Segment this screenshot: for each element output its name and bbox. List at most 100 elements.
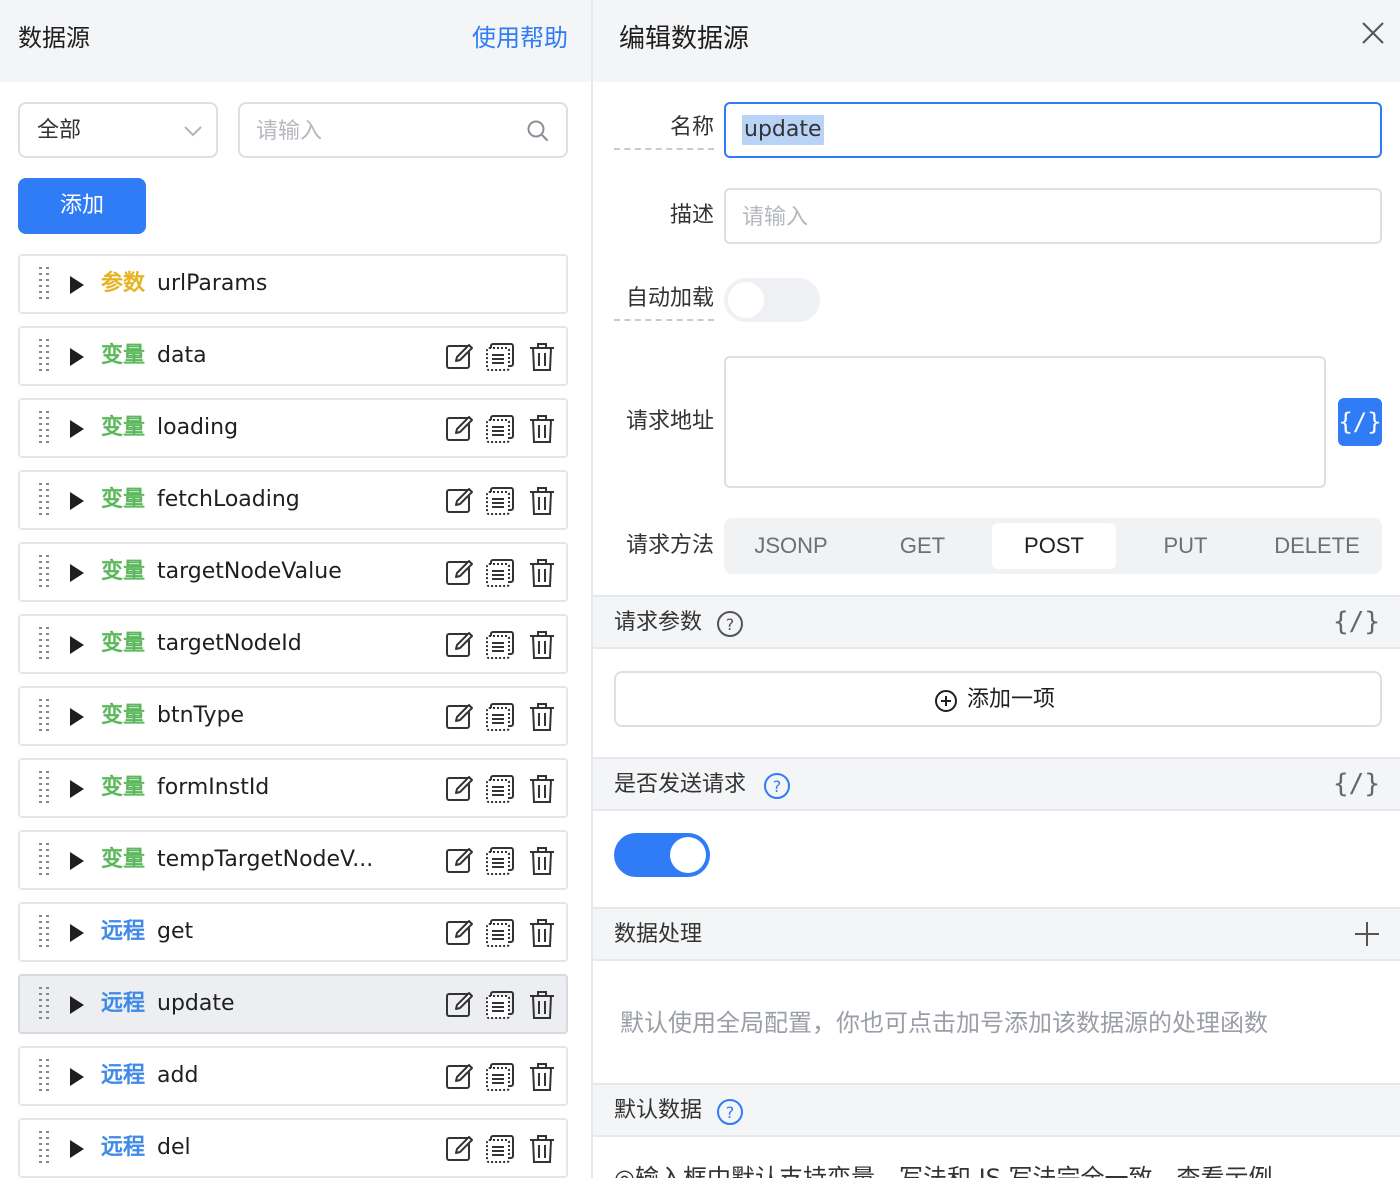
edit-icon[interactable] [445,1062,475,1092]
expand-caret-icon[interactable] [70,1068,84,1086]
datasource-item[interactable]: 变量 formInstId [18,758,568,818]
datasource-item[interactable]: 远程 get [18,902,568,962]
edit-icon[interactable] [445,702,475,732]
method-option[interactable]: GET [861,523,985,569]
expand-caret-icon[interactable] [70,1140,84,1158]
help-circle-icon[interactable]: ? [716,1098,744,1126]
expand-caret-icon[interactable] [70,852,84,870]
edit-icon[interactable] [445,558,475,588]
edit-icon[interactable] [445,846,475,876]
datasource-item[interactable]: 变量 btnType [18,686,568,746]
method-option[interactable]: JSONP [729,523,853,569]
datasource-item[interactable]: 变量 targetNodeId [18,614,568,674]
copy-icon[interactable] [485,558,515,588]
delete-icon[interactable] [527,1062,557,1092]
expand-caret-icon[interactable] [70,348,84,366]
url-textarea[interactable] [724,356,1326,488]
edit-icon[interactable] [445,1134,475,1164]
datasource-item[interactable]: 远程 add [18,1046,568,1106]
help-link[interactable]: 使用帮助 [472,20,568,56]
delete-icon[interactable] [527,486,557,516]
drag-handle-icon[interactable] [38,915,50,949]
expand-caret-icon[interactable] [70,492,84,510]
copy-icon[interactable] [485,918,515,948]
search-input[interactable] [256,114,516,148]
copy-icon[interactable] [485,630,515,660]
edit-icon[interactable] [445,414,475,444]
expand-caret-icon[interactable] [70,996,84,1014]
drag-handle-icon[interactable] [38,483,50,517]
drag-handle-icon[interactable] [38,1131,50,1165]
datasource-item[interactable]: 变量 fetchLoading [18,470,568,530]
delete-icon[interactable] [527,774,557,804]
drag-handle-icon[interactable] [38,339,50,373]
datasource-item[interactable]: 变量 loading [18,398,568,458]
name-field[interactable]: update [724,102,1382,158]
delete-icon[interactable] [527,630,557,660]
method-option[interactable]: POST [992,523,1116,569]
delete-icon[interactable] [527,990,557,1020]
method-option[interactable]: DELETE [1255,523,1379,569]
delete-icon[interactable] [527,918,557,948]
expand-caret-icon[interactable] [70,924,84,942]
expand-caret-icon[interactable] [70,636,84,654]
delete-icon[interactable] [527,414,557,444]
edit-icon[interactable] [445,630,475,660]
help-circle-icon[interactable]: ? [716,610,744,638]
expand-caret-icon[interactable] [70,564,84,582]
copy-icon[interactable] [485,702,515,732]
add-datasource-button[interactable]: 添加 [18,178,146,234]
send-code-mode-button[interactable]: {/} [1333,767,1380,801]
search-box[interactable] [238,102,568,158]
type-filter-select[interactable]: 全部 [18,102,218,158]
edit-icon[interactable] [445,990,475,1020]
send-request-toggle[interactable] [614,833,710,877]
datasource-item[interactable]: 变量 tempTargetNodeV... [18,830,568,890]
close-icon[interactable] [1360,20,1386,46]
add-param-button[interactable]: 添加一项 [614,671,1382,727]
drag-handle-icon[interactable] [38,1059,50,1093]
help-circle-icon[interactable]: ? [763,772,791,800]
datasource-item[interactable]: 远程 del [18,1118,568,1178]
delete-icon[interactable] [527,702,557,732]
edit-icon[interactable] [445,486,475,516]
copy-icon[interactable] [485,342,515,372]
expand-caret-icon[interactable] [70,708,84,726]
datasource-item[interactable]: 参数 urlParams [18,254,568,314]
datasource-item[interactable]: 变量 targetNodeValue [18,542,568,602]
drag-handle-icon[interactable] [38,987,50,1021]
expand-caret-icon[interactable] [70,420,84,438]
drag-handle-icon[interactable] [38,699,50,733]
copy-icon[interactable] [485,414,515,444]
drag-handle-icon[interactable] [38,555,50,589]
edit-icon[interactable] [445,342,475,372]
params-code-mode-button[interactable]: {/} [1333,605,1380,639]
desc-field[interactable] [742,200,1342,234]
datasource-item[interactable]: 远程 update [18,974,568,1034]
delete-icon[interactable] [527,558,557,588]
delete-icon[interactable] [527,342,557,372]
copy-icon[interactable] [485,846,515,876]
drag-handle-icon[interactable] [38,411,50,445]
copy-icon[interactable] [485,486,515,516]
expand-caret-icon[interactable] [70,276,84,294]
drag-handle-icon[interactable] [38,771,50,805]
plus-icon[interactable] [1354,921,1380,947]
drag-handle-icon[interactable] [38,627,50,661]
url-code-mode-button[interactable]: {/} [1338,398,1382,446]
delete-icon[interactable] [527,846,557,876]
method-option[interactable]: PUT [1124,523,1248,569]
copy-icon[interactable] [485,1134,515,1164]
copy-icon[interactable] [485,990,515,1020]
expand-caret-icon[interactable] [70,780,84,798]
desc-field-box[interactable] [724,188,1382,244]
drag-handle-icon[interactable] [38,843,50,877]
edit-icon[interactable] [445,774,475,804]
autoload-toggle[interactable] [724,278,820,322]
copy-icon[interactable] [485,774,515,804]
delete-icon[interactable] [527,1134,557,1164]
drag-handle-icon[interactable] [38,267,50,301]
copy-icon[interactable] [485,1062,515,1092]
edit-icon[interactable] [445,918,475,948]
datasource-item[interactable]: 变量 data [18,326,568,386]
